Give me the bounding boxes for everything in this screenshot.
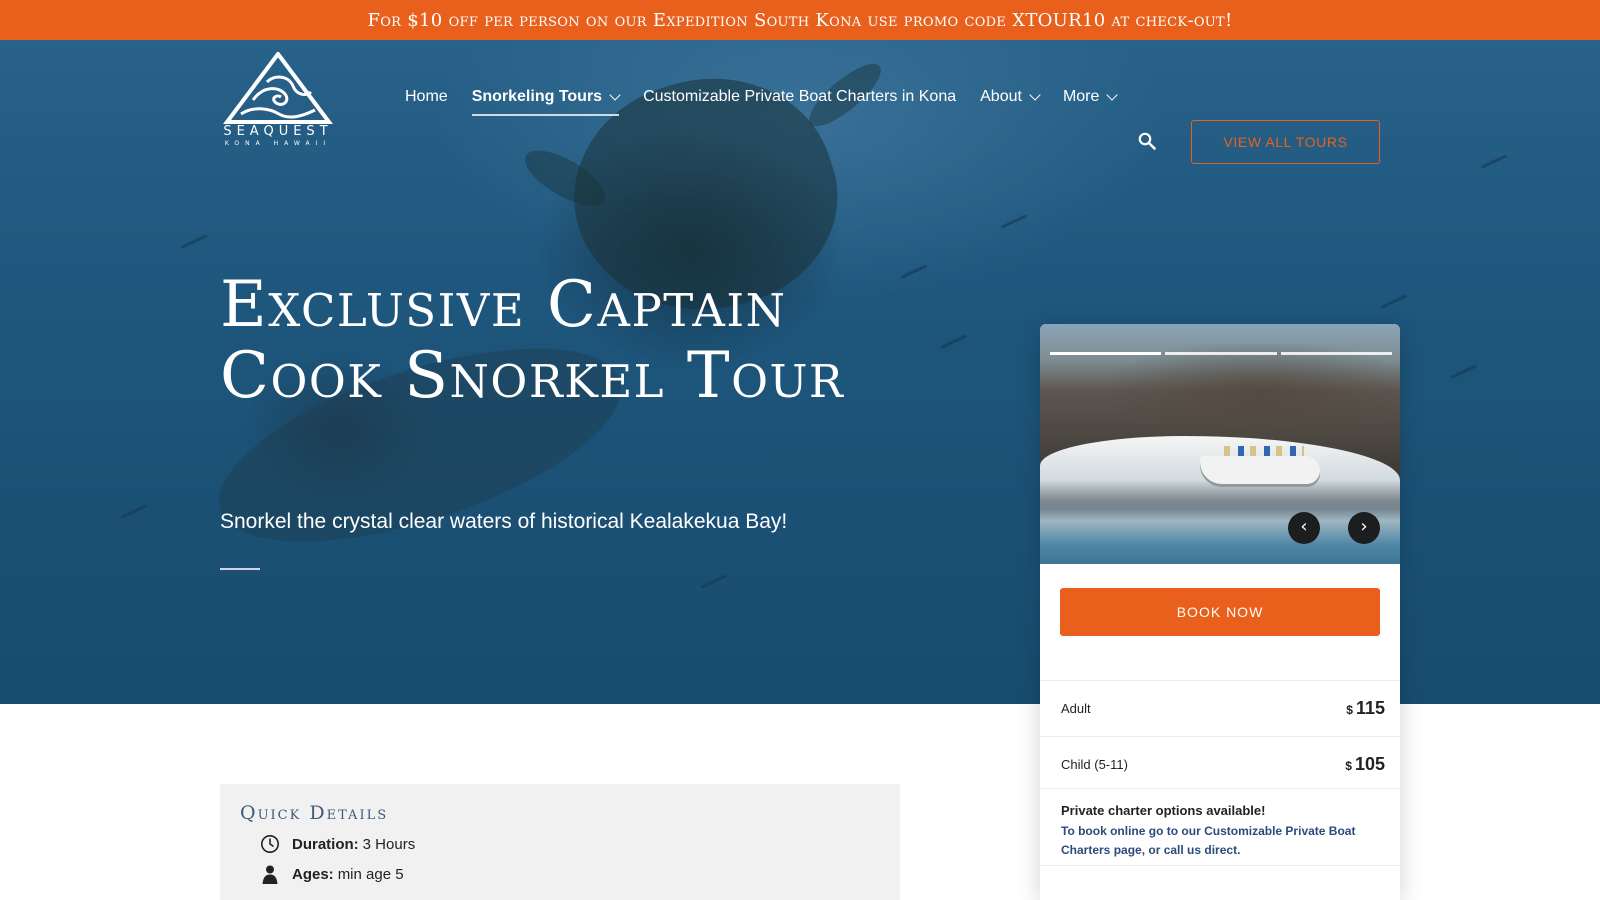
nav-snorkeling-tours[interactable]: Snorkeling Tours: [471, 88, 621, 116]
charter-title: Private charter options available!: [1061, 803, 1266, 818]
logo-wordmark: SEAQUEST: [223, 124, 333, 139]
charter-link[interactable]: To book online go to our Customizable Pr…: [1061, 822, 1380, 860]
slide-progress: [1050, 352, 1392, 356]
slide-indicator-3[interactable]: [1280, 352, 1392, 355]
detail-label: Duration:: [292, 835, 359, 853]
book-now-button[interactable]: BOOK NOW: [1060, 588, 1380, 636]
logo-emblem-icon: [223, 52, 333, 124]
tour-photo-gallery: ‹ ›: [1040, 324, 1400, 564]
price-value: $115: [1346, 698, 1385, 719]
divider: [220, 568, 260, 570]
booking-card: ‹ › BOOK NOW Adult $115 Child (5-11) $10…: [1040, 324, 1400, 900]
chevron-down-icon: [1029, 89, 1041, 101]
currency-symbol: $: [1345, 759, 1352, 773]
slide-indicator-1[interactable]: [1050, 352, 1162, 355]
nav-snorkeling-tours-label: Snorkeling Tours: [471, 88, 603, 105]
slide-indicator-2[interactable]: [1165, 352, 1277, 355]
price-value: $105: [1345, 754, 1385, 775]
search-icon[interactable]: [1138, 132, 1156, 150]
gallery-prev-button[interactable]: ‹: [1288, 512, 1320, 544]
private-charter-note: Private charter options available! To bo…: [1040, 788, 1400, 866]
person-icon: [262, 865, 278, 884]
main-navigation: SEAQUEST KONA HAWAII Home Snorkeling Tou…: [0, 40, 1600, 164]
price-row-child: Child (5-11) $105: [1040, 736, 1400, 792]
quick-details-title: Quick Details: [240, 802, 389, 824]
detail-value: 3 Hours: [362, 835, 416, 853]
nav-more-label: More: [1062, 88, 1100, 105]
seaquest-logo[interactable]: SEAQUEST KONA HAWAII: [218, 52, 338, 152]
gallery-next-button[interactable]: ›: [1348, 512, 1380, 544]
nav-more[interactable]: More: [1062, 88, 1119, 112]
price-label: Child (5-11): [1061, 757, 1128, 772]
nav-home[interactable]: Home: [405, 88, 448, 112]
detail-label: Ages:: [292, 865, 334, 883]
price-amount: 105: [1354, 754, 1385, 774]
page-title: Exclusive Captain Cook Snorkel Tour: [220, 268, 845, 413]
price-amount: 115: [1355, 698, 1385, 718]
nav-about-label: About: [980, 88, 1022, 105]
boat-image: [1200, 456, 1320, 484]
promo-text: For $10 off per person on our Expedition…: [367, 9, 1233, 31]
nav-about[interactable]: About: [980, 88, 1041, 112]
price-row-adult: Adult $115: [1040, 680, 1400, 736]
quick-details-panel: Quick Details Duration: 3 Hours Ages: mi…: [220, 784, 900, 900]
detail-duration: Duration: 3 Hours: [260, 834, 880, 854]
nav-private-charters[interactable]: Customizable Private Boat Charters in Ko…: [643, 88, 956, 112]
detail-value: min age 5: [337, 865, 404, 883]
clock-icon: [261, 835, 279, 853]
hero-subtitle: Snorkel the crystal clear waters of hist…: [220, 510, 788, 533]
detail-ages: Ages: min age 5: [260, 864, 880, 884]
price-label: Adult: [1061, 701, 1091, 716]
menu-bar: Home Snorkeling Tours Customizable Priva…: [405, 88, 1140, 116]
view-all-tours-button[interactable]: VIEW ALL TOURS: [1191, 120, 1380, 164]
promo-banner: For $10 off per person on our Expedition…: [0, 0, 1600, 40]
currency-symbol: $: [1346, 703, 1353, 717]
chevron-down-icon: [609, 89, 621, 101]
nav-home-label: Home: [405, 88, 448, 105]
nav-private-charters-label: Customizable Private Boat Charters in Ko…: [643, 88, 957, 105]
chevron-down-icon: [1106, 89, 1119, 101]
logo-subword: KONA HAWAII: [224, 140, 332, 147]
